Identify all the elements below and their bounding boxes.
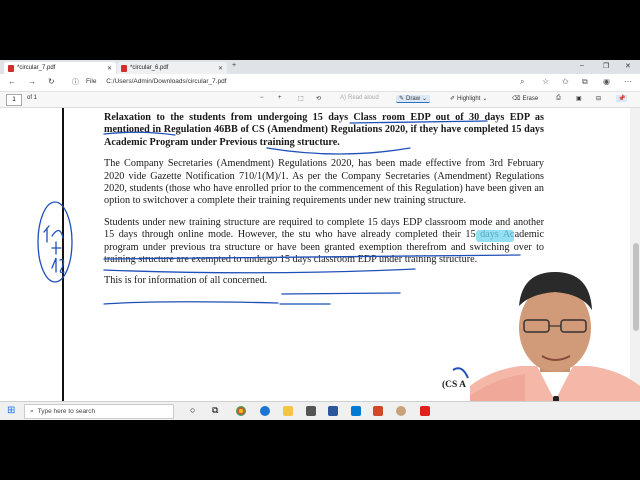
file-label: File — [86, 78, 97, 85]
favorites-bar-icon[interactable]: ✩ — [562, 77, 569, 86]
back-icon[interactable]: ← — [8, 77, 16, 86]
search-icon: ⌕ — [30, 407, 34, 415]
windows-taskbar: ⊞ ⌕ Type here to search ○ ⧉ — [0, 401, 640, 420]
presenter-webcam-overlay — [470, 272, 640, 420]
zoom-out-icon[interactable]: − — [260, 95, 264, 101]
screen: *circular_7.pdf ✕ *circular_6.pdf ✕ + – … — [0, 60, 640, 420]
ink-signature-stroke — [452, 367, 469, 379]
print-icon[interactable]: ⎙ — [556, 95, 561, 102]
margin-digit — [51, 257, 65, 274]
margin-digit — [43, 225, 50, 243]
forward-icon[interactable]: → — [28, 77, 36, 86]
menu-icon[interactable]: ⋯ — [624, 77, 632, 86]
ink-underline — [103, 301, 279, 305]
pdf-icon — [8, 64, 14, 72]
file-explorer-icon[interactable] — [283, 406, 293, 416]
acrobat-icon[interactable] — [420, 406, 430, 416]
address-bar: ← → ↻ ⓘ File C:/Users/Admin/Downloads/ci… — [0, 74, 640, 92]
highlight-button[interactable]: ✐ Highlight ⌄ — [450, 95, 487, 103]
pdf-icon — [121, 64, 127, 72]
tab-circular-7[interactable]: *circular_7.pdf ✕ — [4, 62, 116, 74]
ink-underline — [349, 120, 488, 124]
word-icon[interactable] — [328, 406, 338, 416]
tab-label: *circular_7.pdf — [17, 65, 56, 71]
info-icon: ⓘ — [72, 79, 79, 86]
close-tab-icon[interactable]: ✕ — [218, 65, 223, 72]
margin-digit — [51, 229, 64, 239]
highlighter-icon: ✐ — [450, 96, 456, 102]
page-number-input[interactable]: 1 — [6, 94, 22, 106]
page-count: of 1 — [27, 95, 38, 101]
read-aloud-icon: A) — [340, 95, 346, 101]
tab-circular-6[interactable]: *circular_6.pdf ✕ — [117, 62, 227, 74]
pdf-toolbar: 1 of 1 − + ⬚ ⟲ A) Read aloud ✎ Draw ⌄ ✐ … — [0, 92, 640, 108]
store-icon[interactable] — [306, 406, 316, 416]
pen-icon: ✎ — [399, 96, 405, 102]
save-icon[interactable]: ▣ — [576, 95, 582, 102]
windows-start-icon[interactable]: ⊞ — [7, 405, 15, 416]
erase-button[interactable]: ⌫ Erase — [512, 95, 539, 103]
address-field[interactable]: File C:/Users/Admin/Downloads/circular_7… — [86, 78, 227, 85]
pin-toolbar-icon[interactable]: 📌 — [616, 95, 628, 102]
ink-underline — [281, 292, 401, 295]
edge-icon[interactable] — [260, 406, 270, 416]
ink-underline — [103, 268, 416, 274]
highlighter-mark — [476, 230, 514, 242]
cortana-icon[interactable]: ○ — [190, 405, 195, 415]
draw-button[interactable]: ✎ Draw ⌄ — [396, 95, 431, 103]
save-as-icon[interactable]: ⊟ — [596, 95, 601, 102]
fit-page-icon[interactable]: ⬚ — [298, 95, 304, 102]
margin-plus — [51, 241, 62, 255]
rotate-icon[interactable]: ⟲ — [316, 95, 321, 102]
app-icon[interactable] — [396, 406, 406, 416]
tab-label: *circular_6.pdf — [130, 65, 169, 71]
powerpoint-icon[interactable] — [373, 406, 383, 416]
ink-strike — [103, 131, 176, 136]
eraser-icon: ⌫ — [512, 96, 521, 102]
ink-underline — [266, 147, 411, 155]
mail-icon[interactable] — [351, 406, 361, 416]
read-aloud-button[interactable]: A) Read aloud — [340, 95, 379, 101]
margin-circle — [37, 201, 73, 283]
taskbar-search[interactable]: ⌕ Type here to search — [24, 404, 174, 419]
chevron-down-icon[interactable]: ⌄ — [422, 95, 427, 102]
favorite-icon[interactable]: ☆ — [542, 77, 549, 86]
profile-icon[interactable]: ◉ — [603, 77, 610, 86]
minimize-icon[interactable]: – — [580, 62, 584, 69]
collections-icon[interactable]: ⧉ — [582, 77, 588, 87]
chevron-down-icon[interactable]: ⌄ — [482, 95, 487, 102]
chrome-icon[interactable] — [236, 406, 246, 416]
highlight-label: Highlight — [457, 95, 481, 102]
close-window-icon[interactable]: ✕ — [625, 62, 631, 70]
draw-label: Draw — [406, 95, 421, 102]
task-view-icon[interactable]: ⧉ — [212, 405, 218, 416]
search-placeholder: Type here to search — [37, 408, 96, 415]
tab-strip: *circular_7.pdf ✕ *circular_6.pdf ✕ + – … — [0, 60, 640, 74]
ink-underline — [103, 254, 521, 260]
new-tab-icon[interactable]: + — [232, 62, 236, 69]
erase-label: Erase — [522, 95, 539, 102]
zoom-in-icon[interactable]: + — [278, 95, 282, 101]
read-aloud-label: Read aloud — [348, 95, 379, 101]
refresh-icon[interactable]: ↻ — [48, 77, 55, 86]
close-tab-icon[interactable]: ✕ — [107, 65, 112, 72]
zoom-icon[interactable]: ⌕ — [520, 77, 524, 87]
address-path: C:/Users/Admin/Downloads/circular_7.pdf — [106, 78, 227, 85]
maximize-icon[interactable]: ❐ — [603, 62, 609, 70]
